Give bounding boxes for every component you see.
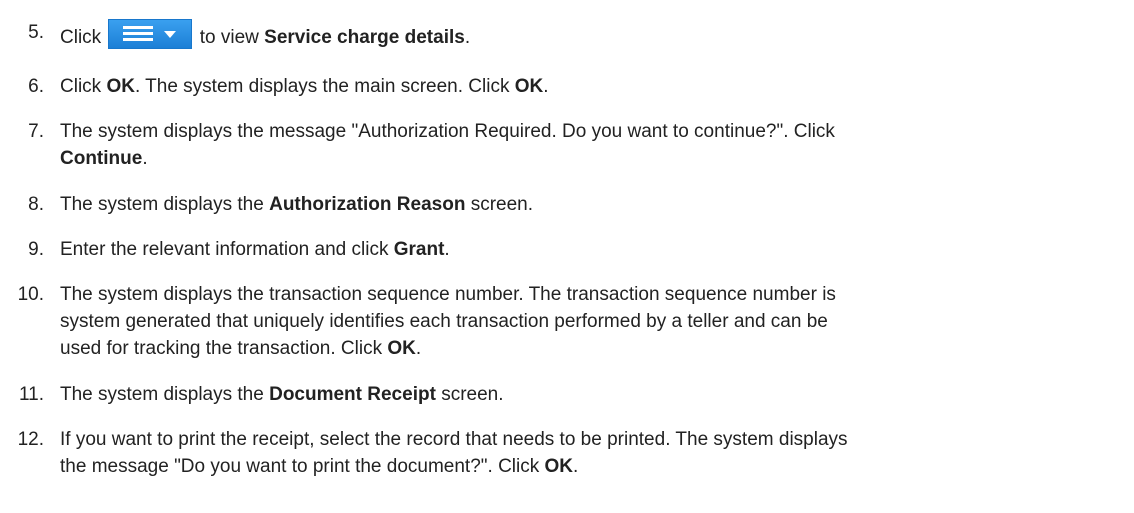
step-text-part: Click [60,76,102,97]
step-text: Click OK. The system displays the main s… [60,73,1120,100]
step-text-part: The system displays the [60,384,264,405]
step-text-part: to view [199,27,259,48]
step-text-line: Continue. [60,145,1120,172]
step-bold-term: OK [106,76,135,97]
step-number: 5. [28,22,44,43]
step-text-line: the message "Do you want to print the do… [60,453,1120,480]
step-text-part: . [543,76,549,97]
step-number: 8. [28,194,44,215]
step-text-part: screen. [470,194,534,215]
step-text-part: used for tracking the transaction. Click [60,338,383,359]
step-number: 12. [17,429,44,450]
step-text-part: . [415,338,422,359]
step-text-line: The system displays the message "Authori… [60,121,835,142]
step-text: Click to view Service charge details. [60,19,1120,51]
step-text-part: . [573,456,579,477]
step-bold-term: Document Receipt [269,384,436,405]
step-number: 6. [28,76,44,97]
step-text-part: the message "Do you want to print the do… [60,456,540,477]
step-bold-term: OK [514,76,544,97]
step-text-part: . [464,27,471,48]
step-text-part: Click [60,27,102,48]
step-number: 10. [17,284,44,305]
step-text-part: The system displays the [60,194,264,215]
step-bold-term: Grant [393,239,445,260]
step-bold-term: OK [387,338,416,359]
step-bold-term: Authorization Reason [269,194,466,215]
step-text-line: The system displays the transaction sequ… [60,284,836,305]
step-text: Enter the relevant information and click… [60,236,1120,263]
step-bold-term: OK [544,456,574,477]
step-bold-term: Continue [60,148,143,169]
step-bold-term: Service charge details [264,27,465,48]
caret-down-icon [164,31,177,38]
step-text-part: . [444,239,450,260]
step-text: If you want to print the receipt, select… [60,426,1120,480]
step-text: The system displays the Authorization Re… [60,191,1120,218]
step-number: 7. [28,121,44,142]
menu-dropdown-icon [108,19,193,49]
hamburger-icon [123,26,154,42]
step-text-part: . [142,148,148,169]
step-text: The system displays the transaction sequ… [60,281,1120,362]
step-text: The system displays the Document Receipt… [60,381,1120,408]
step-text-part: screen. [441,384,504,405]
step-text: The system displays the message "Authori… [60,118,1120,172]
step-text-part: Enter the relevant information and click [60,239,389,260]
step-text-line: system generated that uniquely identifie… [60,311,828,332]
step-number: 11. [18,384,44,405]
step-text-part: . The system displays the main screen. C… [134,76,510,97]
step-number: 9. [28,239,44,260]
step-text-line: used for tracking the transaction. Click… [60,335,1120,362]
step-text-line: If you want to print the receipt, select… [60,429,848,450]
